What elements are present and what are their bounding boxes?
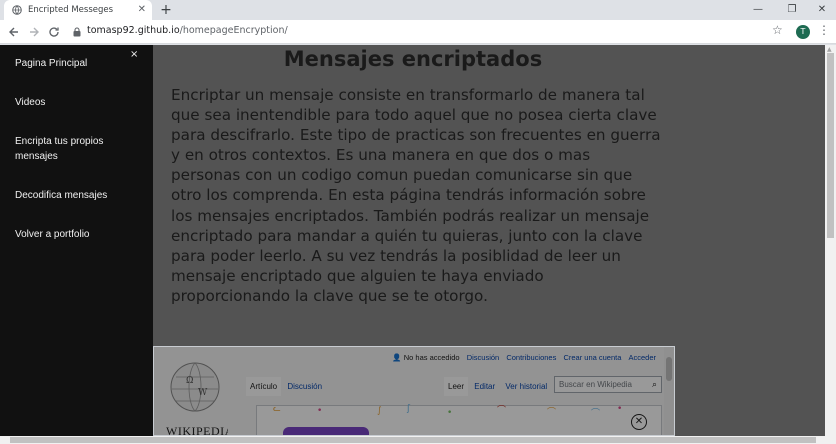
browser-tab[interactable]: Encripted Messeges ✕ [4,0,152,20]
url-path: /homepageEncryption/ [179,25,288,36]
vertical-scrollbar[interactable]: ▲ [825,45,836,436]
scroll-up-icon[interactable]: ▲ [827,46,832,53]
new-tab-button[interactable]: + [158,2,174,18]
vertical-scroll-thumb[interactable] [827,53,834,238]
tab-strip: Encripted Messeges ✕ + — ❐ ✕ [0,0,836,20]
sidebar-item-portfolio[interactable]: Volver a portfolio [15,227,145,242]
globe-icon [12,5,22,15]
close-window-button[interactable]: ✕ [806,0,836,20]
page-viewport: × Pagina Principal Videos Encripta tus p… [0,45,836,436]
back-arrow-icon[interactable] [4,22,24,42]
main-content: Mensajes encriptados Encriptar un mensaj… [153,45,825,436]
tab-title: Encripted Messeges [28,5,114,15]
horizontal-scrollbar[interactable] [0,436,836,444]
wiki-dim-overlay [154,347,674,435]
page-title: Mensajes encriptados [283,47,543,71]
restore-button[interactable]: ❐ [776,0,808,20]
sidebar-item-decodifica[interactable]: Decodifica mensajes [15,188,145,203]
address-bar[interactable]: tomasp92.github.io/homepageEncryption/ [87,25,288,36]
horizontal-scroll-thumb[interactable] [10,437,816,443]
profile-avatar[interactable]: T [796,25,810,39]
reload-icon[interactable] [44,22,64,42]
sidebar-item-pagina-principal[interactable]: Pagina Principal [15,56,145,71]
browser-toolbar: tomasp92.github.io/homepageEncryption/ ☆… [0,20,836,44]
sidebar: × Pagina Principal Videos Encripta tus p… [0,45,153,436]
kebab-menu-icon[interactable]: ⋮ [818,23,830,37]
intro-paragraph: Encriptar un mensaje consiste en transfo… [171,86,661,305]
lock-icon[interactable] [73,27,81,37]
tab-close-icon[interactable]: ✕ [138,5,146,15]
sidebar-item-videos[interactable]: Videos [15,95,145,110]
forward-arrow-icon[interactable] [24,22,44,42]
sidebar-item-encripta[interactable]: Encripta tus propios mensajes [15,134,125,164]
minimize-button[interactable]: — [742,0,774,20]
wikipedia-embed[interactable]: 👤 No has accedido Discusión Contribucion… [153,346,675,436]
url-host: tomasp92.github.io [87,25,180,36]
star-icon[interactable]: ☆ [772,23,783,37]
